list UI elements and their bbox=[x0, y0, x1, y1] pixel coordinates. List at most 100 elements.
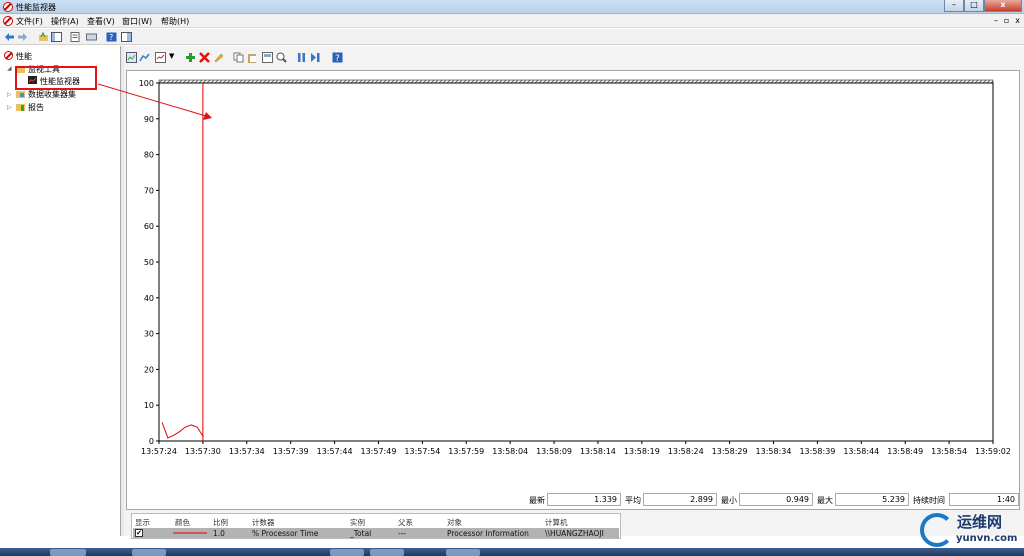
show-hide-tree-icon[interactable] bbox=[51, 32, 62, 42]
object-cell: Processor Information bbox=[447, 529, 529, 538]
forward-arrow-icon[interactable] bbox=[17, 32, 28, 42]
x-tick-label: 13:57:34 bbox=[229, 447, 265, 456]
x-tick-label: 13:58:39 bbox=[799, 447, 835, 456]
windows-taskbar bbox=[0, 548, 1024, 556]
y-tick-label: 0 bbox=[149, 437, 154, 446]
x-tick-label: 13:57:30 bbox=[185, 447, 221, 456]
copy-properties-icon[interactable] bbox=[233, 52, 244, 63]
y-tick-label: 100 bbox=[139, 79, 154, 88]
last-value: 1.339 bbox=[547, 493, 621, 506]
column-header-scale[interactable]: 比例 bbox=[213, 517, 228, 528]
menu-view[interactable]: 查看(V) bbox=[87, 16, 115, 27]
x-tick-label: 13:58:44 bbox=[843, 447, 879, 456]
processor-time-chart: 0 10 20 30 40 50 60 70 80 90 100 13:57:24 13:57:30 13… bbox=[139, 79, 1011, 456]
change-graph-type-icon[interactable] bbox=[155, 52, 166, 63]
collapse-arrow-icon[interactable]: ◢ bbox=[7, 65, 12, 72]
performance-root-icon bbox=[4, 51, 13, 60]
column-header-parent[interactable]: 父系 bbox=[398, 517, 413, 528]
computer-cell: \\HUANGZHAOJI bbox=[545, 529, 604, 538]
taskbar-item[interactable] bbox=[132, 549, 166, 556]
column-header-computer[interactable]: 计算机 bbox=[545, 517, 568, 528]
parent-cell: --- bbox=[398, 529, 407, 538]
x-tick-label: 13:58:09 bbox=[536, 447, 572, 456]
menu-action[interactable]: 操作(A) bbox=[51, 16, 79, 27]
close-button[interactable]: x bbox=[984, 0, 1022, 12]
x-tick-label: 13:58:49 bbox=[887, 447, 923, 456]
column-header-object[interactable]: 对象 bbox=[447, 517, 462, 528]
tree-item-performance[interactable]: 性能 bbox=[16, 51, 32, 62]
up-folder-icon[interactable] bbox=[38, 32, 49, 42]
maximize-button[interactable]: □ bbox=[964, 0, 984, 12]
menu-bar: 文件(F) 操作(A) 查看(V) 窗口(W) 帮助(H) – ▫ x bbox=[0, 14, 1024, 28]
instance-cell: _Total bbox=[350, 529, 372, 538]
zoom-icon[interactable] bbox=[276, 52, 287, 63]
y-tick-label: 80 bbox=[144, 151, 154, 160]
statistics-bar: 最新 1.339 平均 2.899 最小 0.949 最大 5.239 持续时间… bbox=[127, 492, 1021, 508]
add-counter-icon[interactable] bbox=[185, 52, 196, 63]
graph-toolbar: ▼ ? bbox=[124, 50, 1024, 66]
menu-app-icon[interactable] bbox=[3, 16, 13, 26]
taskbar-item[interactable] bbox=[330, 549, 364, 556]
time-window-band bbox=[158, 79, 994, 84]
y-tick-label: 50 bbox=[144, 258, 154, 267]
graph-type-dropdown-arrow-icon[interactable]: ▼ bbox=[169, 52, 174, 60]
mdi-close-button[interactable]: x bbox=[1015, 16, 1020, 25]
performance-monitor-pane: ▼ ? 0 10 20 30 40 50 60 70 80 90 100 13:57:24 13:57:… bbox=[124, 46, 1024, 539]
x-tick-label: 13:57:44 bbox=[317, 447, 353, 456]
highlight-pencil-icon[interactable] bbox=[213, 52, 224, 63]
expand-arrow-icon[interactable]: ▷ bbox=[7, 104, 12, 111]
svg-text:?: ? bbox=[335, 54, 340, 63]
help-icon[interactable]: ? bbox=[106, 32, 117, 42]
watermark-logo-icon bbox=[920, 513, 954, 547]
scale-cell: 1.0 bbox=[213, 529, 225, 538]
x-tick-label: 13:57:59 bbox=[448, 447, 484, 456]
properties-icon[interactable] bbox=[70, 32, 81, 42]
freeze-display-icon[interactable] bbox=[296, 52, 307, 63]
watermark-name: 运维网 bbox=[957, 513, 1003, 531]
y-tick-label: 70 bbox=[144, 186, 154, 195]
help-icon[interactable]: ? bbox=[332, 52, 343, 63]
show-checkbox[interactable]: ✔ bbox=[135, 529, 143, 537]
plot-frame bbox=[158, 82, 994, 442]
export-list-icon[interactable] bbox=[86, 32, 97, 42]
menu-window[interactable]: 窗口(W) bbox=[122, 16, 152, 27]
x-tick-label: 13:57:49 bbox=[361, 447, 397, 456]
taskbar-item[interactable] bbox=[50, 549, 86, 556]
column-header-instance[interactable]: 实例 bbox=[350, 517, 365, 528]
update-data-icon[interactable] bbox=[310, 52, 321, 63]
navigation-tree: 性能 ◢ 监视工具 性能监视器 ▷ 数据收集器集 ▷ 报告 bbox=[0, 46, 121, 536]
table-row[interactable]: ✔ 1.0 % Processor Time _Total --- Proces… bbox=[133, 528, 619, 538]
maximum-value: 5.239 bbox=[835, 493, 909, 506]
line-graph-area: 0 10 20 30 40 50 60 70 80 90 100 13:57:24 13:57:30 13… bbox=[126, 70, 1021, 539]
x-tick-label: 13:57:39 bbox=[273, 447, 309, 456]
mdi-restore-button[interactable]: ▫ bbox=[1004, 16, 1009, 25]
paste-counter-list-icon[interactable] bbox=[247, 52, 258, 63]
minimize-button[interactable]: – bbox=[944, 0, 964, 12]
duration-label: 持续时间 bbox=[913, 496, 945, 505]
data-collector-icon bbox=[16, 91, 25, 98]
mdi-minimize-button[interactable]: – bbox=[994, 16, 998, 25]
taskbar-item[interactable] bbox=[370, 549, 404, 556]
delete-counter-icon[interactable] bbox=[199, 52, 210, 63]
back-arrow-icon[interactable] bbox=[4, 32, 15, 42]
action-pane-icon[interactable] bbox=[121, 32, 132, 42]
menu-file[interactable]: 文件(F) bbox=[16, 16, 43, 27]
y-tick-label: 20 bbox=[144, 365, 154, 374]
view-current-activity-icon[interactable] bbox=[126, 52, 137, 63]
reports-icon bbox=[16, 104, 25, 111]
duration-value: 1:40 bbox=[949, 493, 1019, 506]
view-log-data-icon[interactable] bbox=[139, 52, 150, 63]
expand-arrow-icon[interactable]: ▷ bbox=[7, 91, 12, 98]
tree-item-reports[interactable]: 报告 bbox=[28, 102, 44, 113]
menu-help[interactable]: 帮助(H) bbox=[161, 16, 189, 27]
site-watermark: 运维网 yunvn.com bbox=[917, 510, 1021, 550]
properties-icon[interactable] bbox=[262, 52, 273, 63]
column-header-show[interactable]: 显示 bbox=[135, 517, 150, 528]
taskbar-item[interactable] bbox=[446, 549, 480, 556]
x-tick-label: 13:57:54 bbox=[404, 447, 440, 456]
main-toolbar: ? bbox=[0, 29, 1024, 45]
column-header-color[interactable]: 颜色 bbox=[175, 517, 190, 528]
column-header-counter[interactable]: 计数器 bbox=[252, 517, 275, 528]
tree-item-data-collector-sets[interactable]: 数据收集器集 bbox=[28, 89, 76, 100]
x-tick-label: 13:57:24 bbox=[141, 447, 177, 456]
